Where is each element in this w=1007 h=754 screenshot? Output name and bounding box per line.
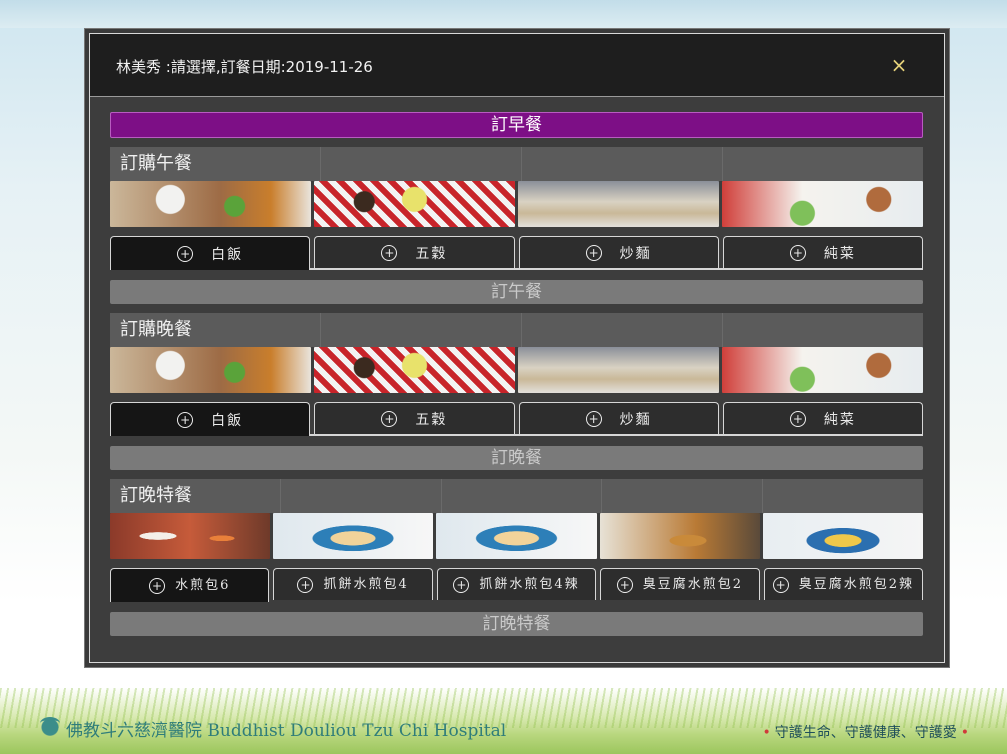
special-photo-tofu-spicy	[762, 513, 924, 559]
dinner-photo-noodle	[518, 347, 719, 393]
dinner-option-noodle[interactable]: + 炒麵	[518, 402, 719, 434]
lunch-title: 訂購午餐	[110, 147, 320, 181]
dinner-photo-rice	[110, 347, 311, 393]
modal-frame: 林美秀 :請選擇,訂餐日期:2019-11-26 × 訂早餐 訂購午餐 + 白飯…	[89, 33, 945, 663]
plus-circle-icon: +	[297, 576, 314, 593]
plus-circle-icon: +	[616, 576, 633, 593]
lotus-logo-icon	[38, 714, 62, 736]
page-top-band	[0, 0, 1007, 28]
lunch-option-grain[interactable]: + 五穀	[314, 236, 515, 268]
dinner-photos	[110, 347, 923, 393]
modal-body: 訂早餐 訂購午餐 + 白飯 + 五穀 + 炒麵 + 純菜 訂午餐 訂購晚餐 + …	[110, 112, 924, 636]
special-header: 訂晚特餐	[110, 479, 923, 513]
special-photo-pancake-spicy	[436, 513, 597, 559]
dinner-option-grain[interactable]: + 五穀	[314, 402, 515, 434]
lunch-photo-noodle	[518, 181, 719, 227]
special-photo-pancake	[273, 513, 434, 559]
order-special-button[interactable]: 訂晚特餐	[110, 612, 923, 636]
plus-circle-icon: +	[789, 244, 806, 261]
lunch-option-noodle[interactable]: + 炒麵	[518, 236, 719, 268]
dinner-title: 訂購晚餐	[110, 313, 320, 347]
close-icon[interactable]: ×	[888, 54, 910, 76]
dinner-section: 訂購晚餐 + 白飯 + 五穀 + 炒麵 + 純菜	[110, 313, 923, 436]
order-dinner-button[interactable]: 訂晚餐	[110, 446, 923, 470]
modal-title: 林美秀 :請選擇,訂餐日期:2019-11-26	[116, 58, 373, 76]
plus-circle-icon: +	[177, 411, 194, 428]
plus-circle-icon: +	[772, 576, 789, 593]
meal-order-modal: 林美秀 :請選擇,訂餐日期:2019-11-26 × 訂早餐 訂購午餐 + 白飯…	[84, 28, 950, 668]
special-option-pancake-bun4[interactable]: + 抓餅水煎包4	[273, 568, 433, 600]
special-option-tofu-bun2-spicy[interactable]: + 臭豆腐水煎包2辣	[763, 568, 924, 600]
lunch-photo-grain	[314, 181, 515, 227]
special-options: + 水煎包6 + 抓餅水煎包4 + 抓餅水煎包4辣 + 臭豆腐水煎包2 + 臭豆腐水煎包2…	[110, 568, 924, 602]
special-section: 訂晚特餐 + 水煎包6 + 抓餅水煎包4 + 抓餅水煎包4辣 + 臭豆腐水煎包2…	[110, 479, 924, 602]
dinner-option-veg[interactable]: + 純菜	[722, 402, 923, 434]
lunch-photos	[110, 181, 923, 227]
lunch-option-rice[interactable]: + 白飯	[110, 236, 311, 270]
plus-circle-icon: +	[585, 244, 602, 261]
lunch-section: 訂購午餐 + 白飯 + 五穀 + 炒麵 + 純菜	[110, 147, 923, 270]
dinner-option-rice[interactable]: + 白飯	[110, 402, 311, 436]
lunch-photo-rice	[110, 181, 311, 227]
plus-circle-icon: +	[177, 245, 194, 262]
special-title: 訂晚特餐	[110, 479, 280, 513]
plus-circle-icon: +	[381, 244, 398, 261]
special-photo-bun	[110, 513, 271, 559]
hospital-slogan: 守護生命、守護健康、守護愛	[758, 722, 973, 742]
special-photo-tofu	[599, 513, 760, 559]
special-option-bun6[interactable]: + 水煎包6	[110, 568, 270, 602]
lunch-photo-veg	[722, 181, 923, 227]
plus-circle-icon: +	[789, 410, 806, 427]
plus-circle-icon: +	[381, 410, 398, 427]
special-option-tofu-bun2[interactable]: + 臭豆腐水煎包2	[600, 568, 760, 600]
special-option-pancake-bun4-spicy[interactable]: + 抓餅水煎包4辣	[436, 568, 597, 600]
special-photos	[110, 513, 924, 559]
plus-circle-icon: +	[585, 410, 602, 427]
hospital-name: 佛教斗六慈濟醫院 Buddhist Douliou Tzu Chi Hospit…	[66, 721, 507, 741]
order-lunch-button[interactable]: 訂午餐	[110, 280, 923, 304]
lunch-options: + 白飯 + 五穀 + 炒麵 + 純菜	[110, 236, 923, 270]
lunch-header: 訂購午餐	[110, 147, 923, 181]
dinner-photo-veg	[722, 347, 923, 393]
plus-circle-icon: +	[453, 576, 470, 593]
dinner-options: + 白飯 + 五穀 + 炒麵 + 純菜	[110, 402, 923, 436]
plus-circle-icon: +	[149, 577, 166, 594]
order-breakfast-button[interactable]: 訂早餐	[110, 112, 923, 138]
dinner-photo-grain	[314, 347, 515, 393]
lunch-option-veg[interactable]: + 純菜	[722, 236, 923, 268]
modal-header: 林美秀 :請選擇,訂餐日期:2019-11-26 ×	[90, 34, 944, 97]
dinner-header: 訂購晚餐	[110, 313, 923, 347]
